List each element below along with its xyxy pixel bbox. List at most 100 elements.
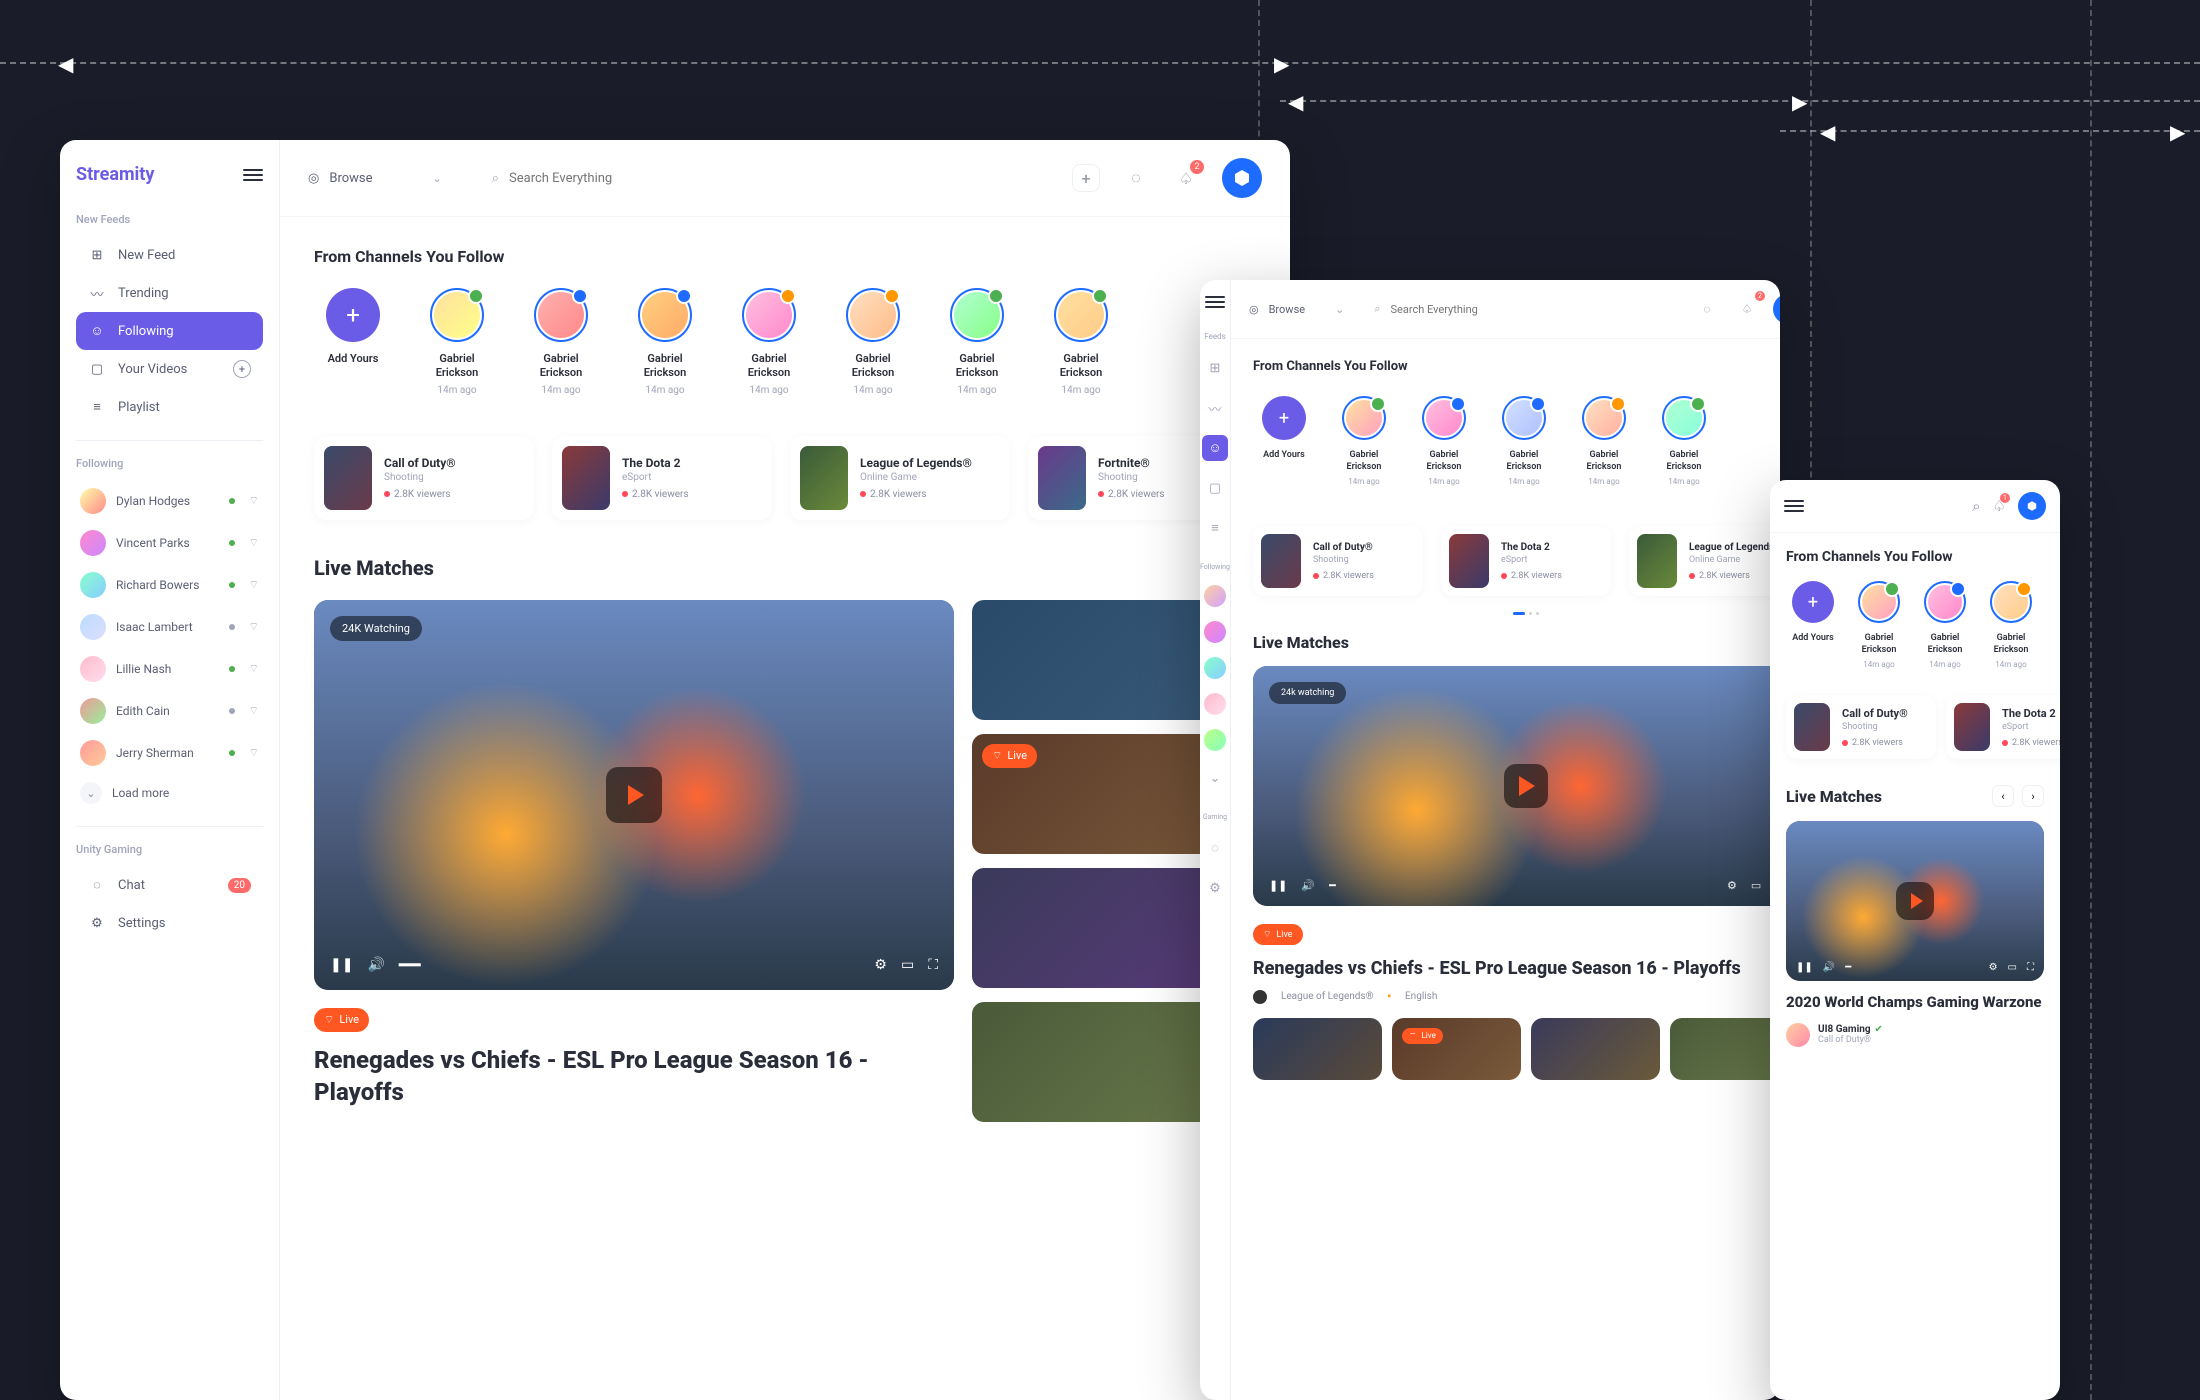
search-box[interactable]: ⌕	[492, 171, 812, 186]
follow-user[interactable]: Dylan Hodges⌔	[76, 480, 263, 522]
next-button[interactable]: ›	[2022, 785, 2044, 807]
gear-icon[interactable]: ⚙	[1202, 875, 1228, 901]
channel-add[interactable]: +Add Yours	[1253, 396, 1315, 486]
menu-icon[interactable]	[1205, 296, 1225, 308]
nav-trending[interactable]: 〰	[1202, 395, 1228, 421]
game-card[interactable]: Call of Duty®Shooting2.8K viewers	[314, 436, 534, 520]
load-more[interactable]: ⌄Load more	[76, 774, 263, 812]
add-icon[interactable]: +	[233, 360, 251, 378]
settings-icon[interactable]: ⚙	[1989, 962, 1998, 973]
nav-new-feed[interactable]: ⊞	[1202, 355, 1228, 381]
author-row[interactable]: UI8 Gaming✔ Call of Duty®	[1786, 1023, 2044, 1047]
channel-item[interactable]: Gabriel Erickson14m ago	[1852, 581, 1906, 669]
nav-playlist[interactable]: ≡Playlist	[76, 388, 263, 426]
nav-new-feed[interactable]: ⊞New Feed	[76, 236, 263, 274]
settings-icon[interactable]: ⚙	[1727, 879, 1737, 892]
channel-item[interactable]: Gabriel Erickson14m ago	[522, 288, 600, 396]
game-card[interactable]: The Dota 2eSport2.8K viewers	[1441, 526, 1611, 596]
game-card[interactable]: League of Legends®Online Game2.8K viewer…	[1629, 526, 1780, 596]
pause-icon[interactable]: ❚❚	[330, 957, 353, 973]
play-button[interactable]	[1504, 764, 1548, 808]
follow-user[interactable]: Jerry Sherman⌔	[76, 732, 263, 774]
mini-avatar[interactable]	[1204, 657, 1226, 679]
chevron-down-icon[interactable]: ⌄	[1202, 765, 1228, 791]
chat-icon[interactable]: ◌	[1202, 835, 1228, 861]
search-box[interactable]: ⌕	[1374, 302, 1673, 316]
pager-dot-active[interactable]	[1513, 612, 1525, 615]
bell-icon[interactable]: ♤2	[1733, 295, 1761, 323]
channel-item[interactable]: Gabriel Erickson14m ago	[938, 288, 1016, 396]
fullscreen-icon[interactable]: ⛶	[928, 957, 938, 973]
mini-avatar[interactable]	[1204, 729, 1226, 751]
pager-dot[interactable]	[1536, 612, 1539, 615]
nav-your-videos[interactable]: ▢Your Videos+	[76, 350, 263, 388]
video-thumb[interactable]: ⌔Live	[1392, 1018, 1521, 1080]
prev-button[interactable]: ‹	[1992, 785, 2014, 807]
pause-icon[interactable]: ❚❚	[1796, 962, 1813, 973]
progress-track[interactable]: ━	[1845, 962, 1851, 973]
pause-icon[interactable]: ❚❚	[1269, 879, 1287, 892]
mini-avatar[interactable]	[1204, 621, 1226, 643]
fullscreen-icon[interactable]: ⛶	[2027, 962, 2034, 973]
video-thumb[interactable]	[1531, 1018, 1660, 1080]
follow-user[interactable]: Lillie Nash⌔	[76, 648, 263, 690]
search-input[interactable]	[509, 171, 812, 186]
channel-item[interactable]: Gabriel Erickson14m ago	[626, 288, 704, 396]
search-icon[interactable]: ⌕	[1972, 497, 1980, 515]
profile-avatar[interactable]	[1222, 158, 1262, 198]
nav-videos[interactable]: ▢	[1202, 475, 1228, 501]
play-button[interactable]	[1896, 882, 1934, 920]
bell-icon[interactable]: ♤1	[1993, 497, 2006, 515]
channel-item[interactable]: Gabriel Erickson14m ago	[1333, 396, 1395, 486]
game-card[interactable]: The Dota 2eSport2.8K viewers	[1946, 695, 2060, 759]
game-card[interactable]: The Dota 2eSport2.8K viewers	[552, 436, 772, 520]
nav-chat[interactable]: ◌Chat20	[76, 866, 263, 904]
nav-trending[interactable]: 〰Trending	[76, 274, 263, 312]
video-player[interactable]: ❚❚🔊━⚙▭⛶	[1786, 821, 2044, 981]
app-logo[interactable]: Streamity	[76, 164, 154, 185]
video-thumb[interactable]	[1670, 1018, 1780, 1080]
video-player[interactable]: 24k watching ❚❚🔊━⚙▭⛶	[1253, 666, 1780, 906]
channel-add[interactable]: +Add Yours	[314, 288, 392, 396]
progress-track[interactable]: ━	[1329, 879, 1336, 892]
follow-user[interactable]: Richard Bowers⌔	[76, 564, 263, 606]
profile-avatar[interactable]	[2018, 492, 2046, 520]
settings-icon[interactable]: ⚙	[874, 957, 887, 973]
follow-user[interactable]: Vincent Parks⌔	[76, 522, 263, 564]
volume-icon[interactable]: 🔊	[367, 957, 384, 973]
message-icon[interactable]: ◌	[1122, 164, 1150, 192]
channel-item[interactable]: Gabriel Erickson14m ago	[1413, 396, 1475, 486]
nav-settings[interactable]: ⚙Settings	[76, 904, 263, 942]
channel-item[interactable]: Gabriel Erickson14m ago	[1653, 396, 1715, 486]
follow-user[interactable]: Isaac Lambert⌔	[76, 606, 263, 648]
menu-icon[interactable]	[243, 169, 263, 181]
channel-item[interactable]: Gabriel Erickson14m ago	[1042, 288, 1120, 396]
channel-item[interactable]: Gabriel Erickson14m ago	[1918, 581, 1972, 669]
theatre-icon[interactable]: ▭	[901, 957, 914, 973]
browse-dropdown[interactable]: ◎Browse⌄	[308, 171, 442, 186]
volume-icon[interactable]: 🔊	[1823, 962, 1835, 973]
nav-playlist[interactable]: ≡	[1202, 515, 1228, 541]
channel-add[interactable]: +Add Yours	[1786, 581, 1840, 669]
mini-avatar[interactable]	[1204, 585, 1226, 607]
game-card[interactable]: Call of Duty®Shooting2.8K viewers	[1253, 526, 1423, 596]
bell-icon[interactable]: ♤2	[1172, 164, 1200, 192]
theatre-icon[interactable]: ▭	[1751, 879, 1761, 892]
mini-avatar[interactable]	[1204, 693, 1226, 715]
game-card[interactable]: League of Legends®Online Game2.8K viewer…	[790, 436, 1010, 520]
follow-user[interactable]: Edith Cain⌔	[76, 690, 263, 732]
profile-avatar[interactable]	[1773, 294, 1780, 324]
add-button[interactable]: +	[1072, 164, 1100, 192]
channel-item[interactable]: Gabriel Erickson14m ago	[834, 288, 912, 396]
play-button[interactable]	[606, 767, 662, 823]
nav-following[interactable]: ☺Following	[76, 312, 263, 350]
video-thumb[interactable]	[1253, 1018, 1382, 1080]
channel-item[interactable]: Gabriel Erickson14m ago	[1493, 396, 1555, 486]
channel-item[interactable]: Gabriel Erickson14m ago	[418, 288, 496, 396]
browse-dropdown[interactable]: ◎Browse⌄	[1249, 303, 1344, 316]
channel-item[interactable]: Gabriel Erickson14m ago	[1573, 396, 1635, 486]
video-player[interactable]: 24K Watching ❚❚ 🔊 ━━ ⚙ ▭ ⛶	[314, 600, 954, 990]
search-input[interactable]	[1390, 303, 1672, 316]
menu-icon[interactable]	[1784, 500, 1804, 512]
channel-item[interactable]: Gabriel Erickson14m ago	[1984, 581, 2038, 669]
